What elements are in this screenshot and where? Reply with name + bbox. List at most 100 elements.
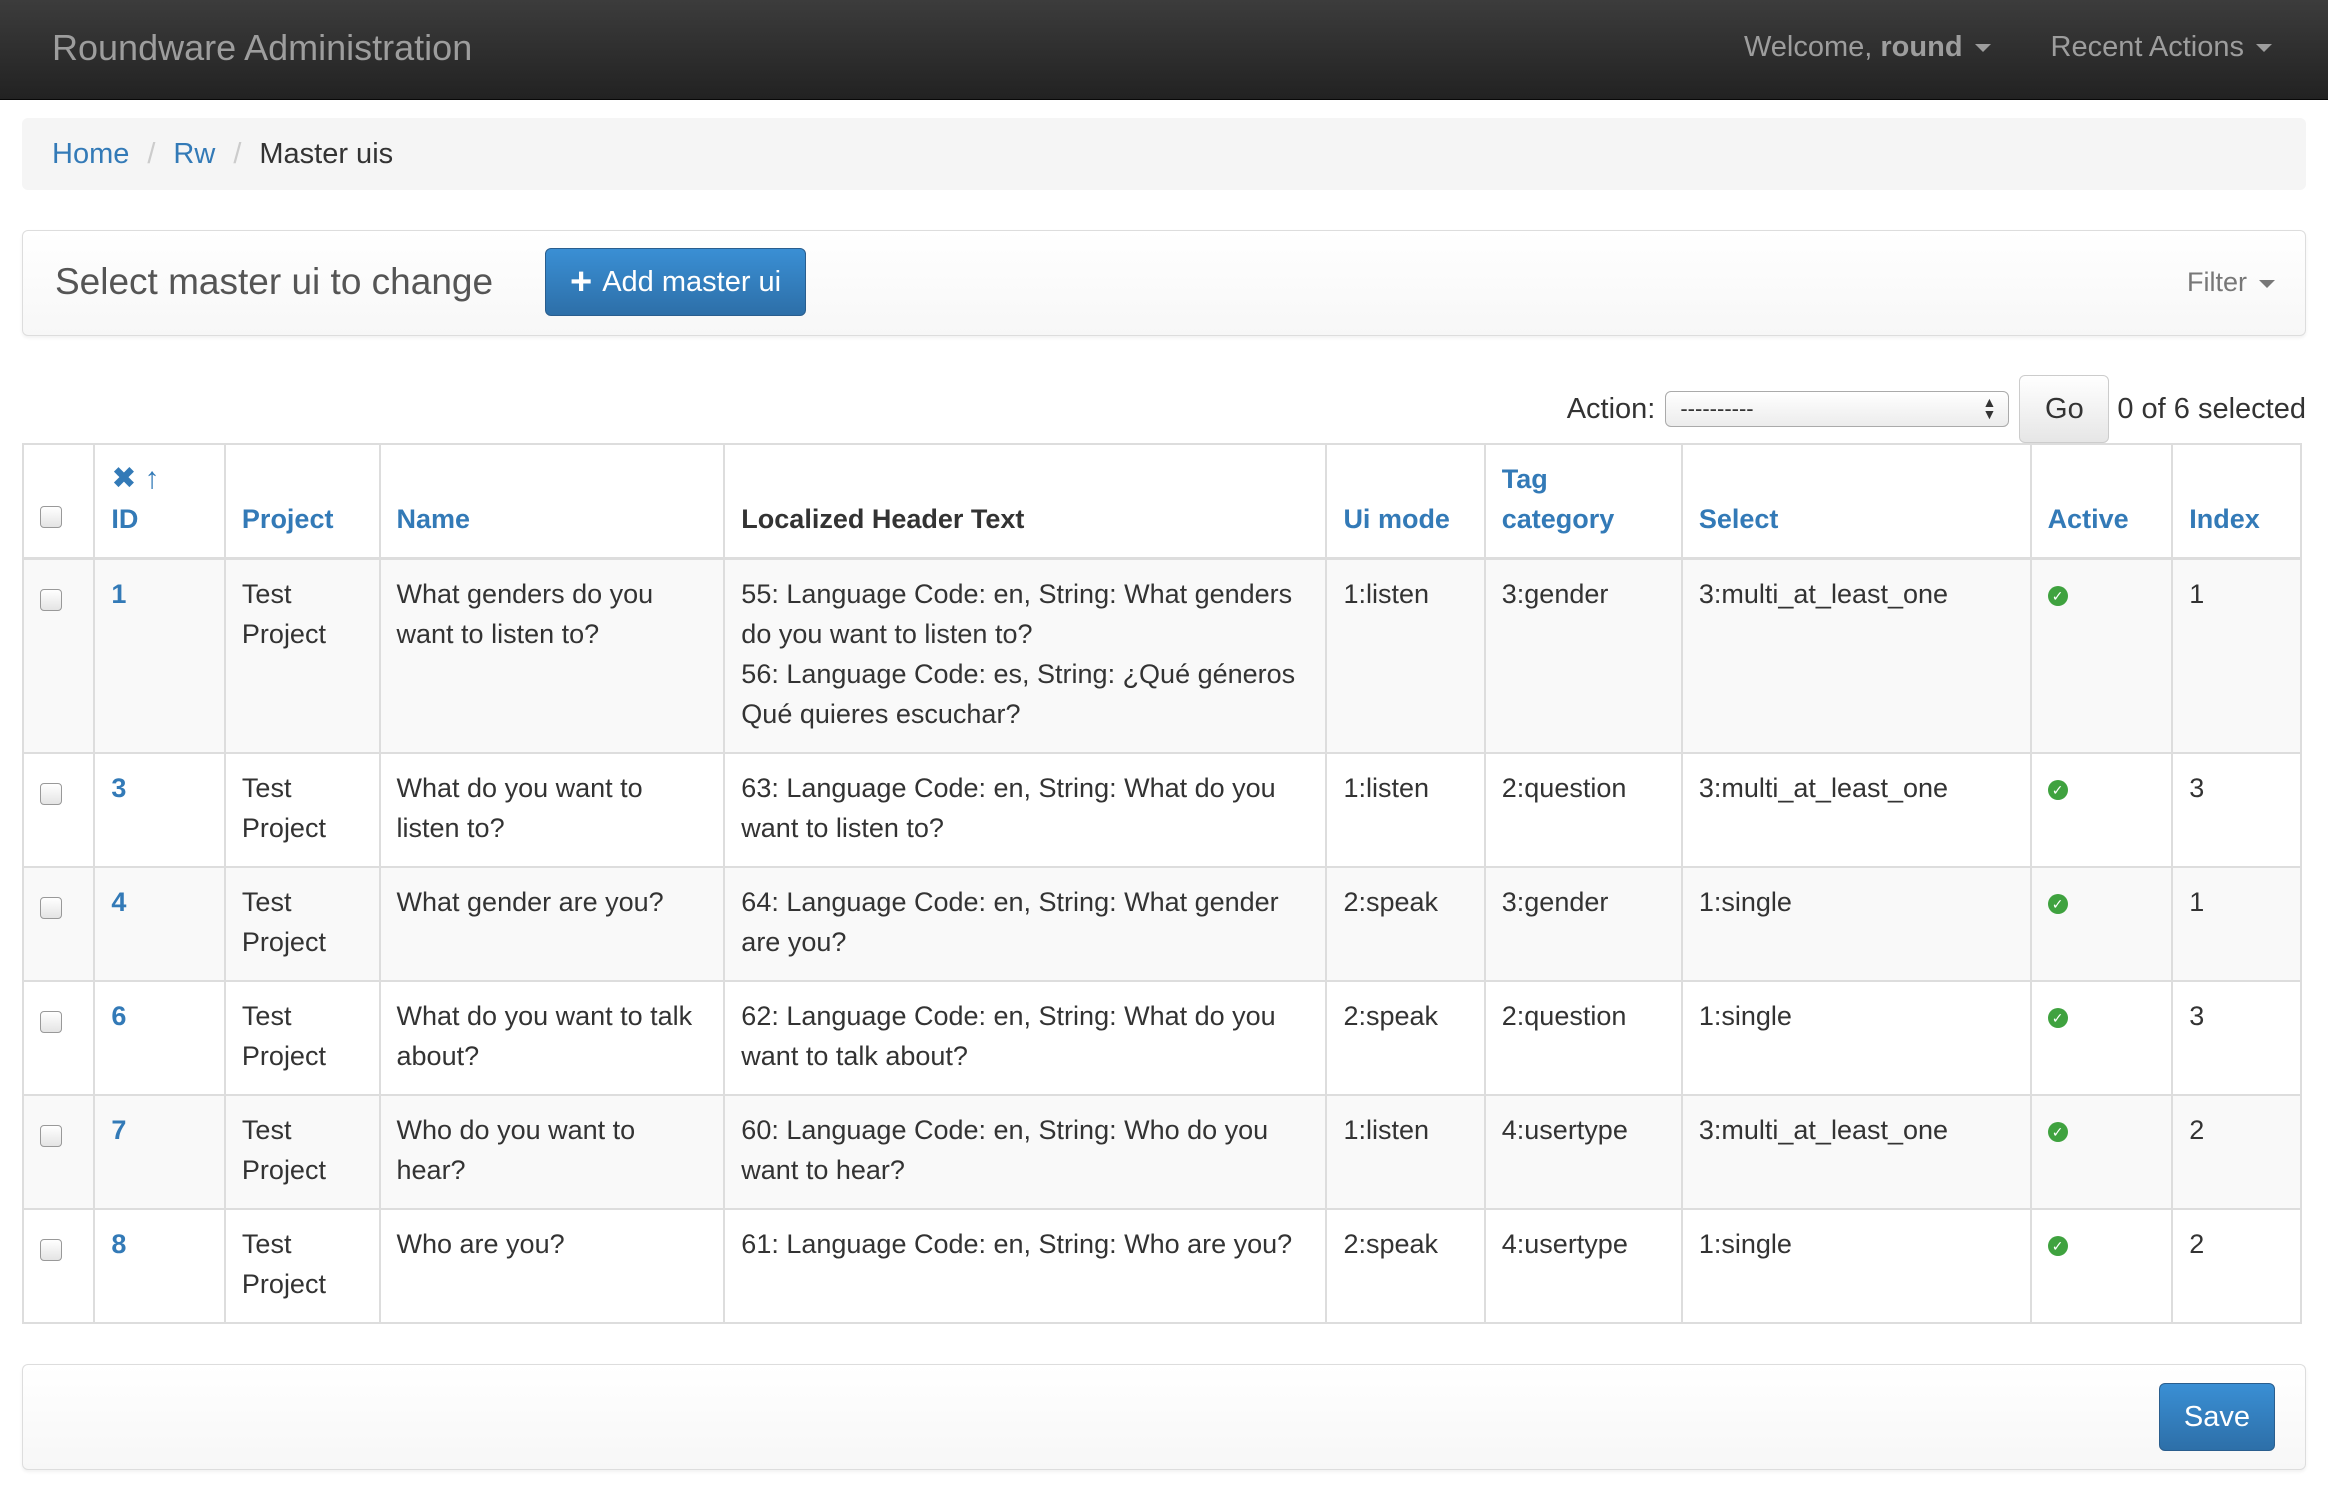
name-cell: What genders do you want to listen to? (378, 557, 726, 754)
action-label: Action: (1566, 392, 1656, 425)
brand-title[interactable]: Roundware Administration (52, 27, 472, 69)
column-localized-header-text: Localized Header Text (723, 443, 1328, 560)
check-circle-icon: ✓ (2047, 585, 2068, 606)
row-select-cell (21, 1208, 96, 1324)
index-cell: 1 (2171, 866, 2302, 982)
tag-category-cell: 2:question (1483, 980, 1683, 1096)
breadcrumb: Home / Rw / Master uis (22, 118, 2306, 190)
action-select[interactable]: ---------- ▲ ▼ (1665, 391, 2010, 427)
navbar-right: Welcome, round Recent Actions (1744, 31, 2272, 64)
arrow-up-icon[interactable]: ↑ (145, 462, 160, 495)
column-tag-category: Tag category (1483, 443, 1683, 560)
id-cell: 8 (93, 1208, 226, 1324)
localized-header-line: 62: Language Code: en, String: What do y… (741, 1001, 1276, 1071)
select-cell: 3:multi_at_least_one (1680, 752, 2032, 868)
row-id-link[interactable]: 6 (111, 1001, 126, 1031)
localized-header-cell: 61: Language Code: en, String: Who are y… (723, 1208, 1328, 1324)
localized-header-cell: 60: Language Code: en, String: Who do yo… (723, 1094, 1328, 1210)
plus-icon: + (570, 261, 593, 303)
tag-category-cell: 3:gender (1483, 557, 1683, 754)
active-cell: ✓ (2029, 557, 2174, 754)
select-cell: 3:multi_at_least_one (1680, 1094, 2032, 1210)
check-circle-icon: ✓ (2047, 779, 2068, 800)
table-row: 7 Test Project Who do you want to hear? 60:… (21, 1094, 2302, 1210)
breadcrumb-rw[interactable]: Rw (173, 138, 215, 171)
project-cell: Test Project (223, 1094, 381, 1210)
column-header-index[interactable]: Index (2189, 504, 2260, 534)
navbar: Roundware Administration Welcome, round … (0, 0, 2328, 100)
breadcrumb-separator: / (147, 137, 156, 170)
active-cell: ✓ (2029, 752, 2174, 868)
localized-header-cell: 62: Language Code: en, String: What do y… (723, 980, 1328, 1096)
name-cell: What do you want to listen to? (378, 752, 726, 868)
row-checkbox[interactable] (40, 589, 62, 611)
recent-actions-menu[interactable]: Recent Actions (2051, 31, 2272, 64)
index-cell: 1 (2171, 557, 2302, 754)
column-ui-mode: Ui mode (1325, 443, 1486, 560)
actions-bar: Action: ---------- ▲ ▼ Go 0 of 6 selected (1567, 374, 2306, 444)
column-index: Index (2171, 443, 2302, 560)
active-cell: ✓ (2029, 866, 2174, 982)
table-row: 1 Test Project What genders do you want to… (21, 557, 2302, 754)
column-header-ui-mode[interactable]: Ui mode (1343, 504, 1450, 534)
row-id-link[interactable]: 3 (111, 773, 126, 803)
save-button[interactable]: Save (2158, 1383, 2275, 1451)
row-id-link[interactable]: 7 (111, 1115, 126, 1145)
breadcrumb-separator: / (233, 137, 242, 170)
tag-category-cell: 2:question (1483, 752, 1683, 868)
index-cell: 2 (2171, 1094, 2302, 1210)
ui-mode-cell: 2:speak (1325, 1208, 1486, 1324)
localized-header-line: 64: Language Code: en, String: What gend… (741, 887, 1279, 957)
changelist-header: Select master ui to change + Add master … (22, 230, 2306, 336)
project-cell: Test Project (223, 866, 381, 982)
index-cell: 2 (2171, 1208, 2302, 1324)
column-header-tag-category[interactable]: Tag category (1502, 464, 1615, 534)
column-header-select[interactable]: Select (1699, 504, 1779, 534)
index-cell: 3 (2171, 980, 2302, 1096)
column-header-id[interactable]: ID (111, 504, 138, 534)
localized-header-line: 61: Language Code: en, String: Who are y… (741, 1229, 1293, 1259)
filter-label: Filter (2187, 267, 2247, 297)
row-checkbox[interactable] (40, 1125, 62, 1147)
localized-header-cell: 63: Language Code: en, String: What do y… (723, 752, 1328, 868)
check-circle-icon: ✓ (2047, 1235, 2068, 1256)
row-checkbox[interactable] (40, 897, 62, 919)
select-all-checkbox[interactable] (40, 506, 62, 528)
id-cell: 4 (93, 866, 226, 982)
localized-header-line: 55: Language Code: en, String: What gend… (741, 579, 1293, 649)
name-cell: What do you want to talk about? (378, 980, 726, 1096)
column-header-active[interactable]: Active (2048, 504, 2129, 534)
column-active: Active (2029, 443, 2174, 560)
go-button[interactable]: Go (2019, 375, 2110, 443)
select-cell: 1:single (1680, 980, 2032, 1096)
breadcrumb-current: Master uis (259, 137, 394, 170)
table-header-row: ✖ ↑ ID Project Name Localized Header Text… (21, 443, 2302, 560)
row-id-link[interactable]: 4 (111, 887, 126, 917)
add-master-ui-button[interactable]: + Add master ui (545, 248, 807, 316)
user-menu[interactable]: Welcome, round (1744, 31, 1991, 64)
column-header-project[interactable]: Project (242, 504, 334, 534)
row-select-cell (21, 866, 96, 982)
breadcrumb-home[interactable]: Home (52, 138, 129, 171)
sort-controls: ✖ ↑ (111, 459, 208, 499)
localized-header-line: 63: Language Code: en, String: What do y… (741, 773, 1276, 843)
table-row: 3 Test Project What do you want to listen … (21, 752, 2302, 868)
column-header-name[interactable]: Name (397, 504, 471, 534)
column-select: Select (1680, 443, 2032, 560)
check-circle-icon: ✓ (2047, 1007, 2068, 1028)
table-body: 1 Test Project What genders do you want to… (21, 557, 2302, 1324)
check-circle-icon: ✓ (2047, 1121, 2068, 1142)
chevron-down-icon (1974, 44, 1991, 53)
filter-dropdown[interactable]: Filter (2187, 267, 2275, 298)
row-checkbox[interactable] (40, 783, 62, 805)
row-id-link[interactable]: 1 (111, 579, 126, 609)
row-checkbox[interactable] (40, 1239, 62, 1261)
row-select-cell (21, 752, 96, 868)
close-icon[interactable]: ✖ (111, 462, 136, 495)
id-cell: 3 (93, 752, 226, 868)
index-cell: 3 (2171, 752, 2302, 868)
ui-mode-cell: 1:listen (1325, 1094, 1486, 1210)
name-cell: Who do you want to hear? (378, 1094, 726, 1210)
row-checkbox[interactable] (40, 1011, 62, 1033)
row-id-link[interactable]: 8 (111, 1229, 126, 1259)
